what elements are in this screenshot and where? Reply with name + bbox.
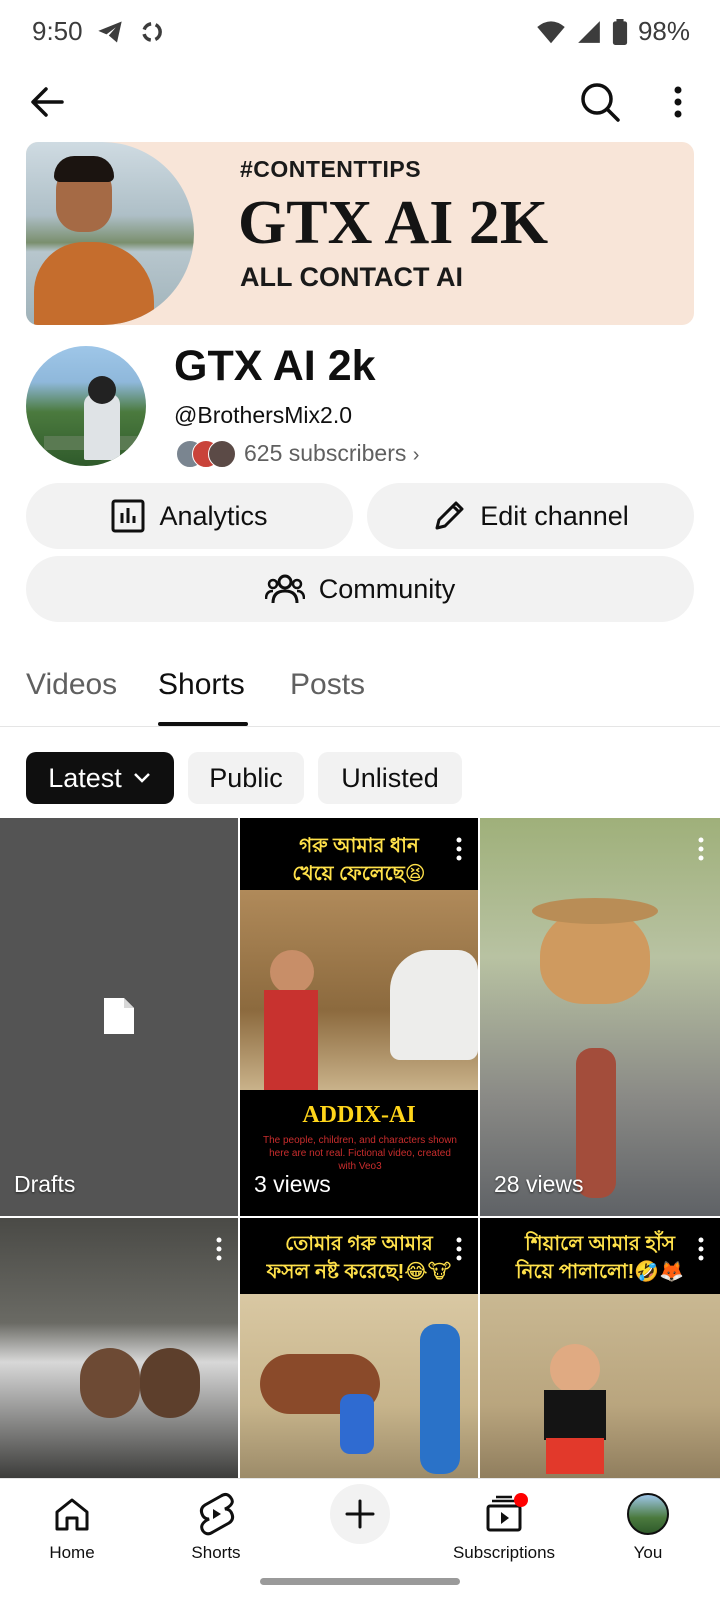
- notification-dot: [514, 1493, 528, 1507]
- nav-you-label: You: [633, 1543, 663, 1562]
- nav-subscriptions[interactable]: Subscriptions: [434, 1489, 574, 1563]
- short-caption: তোমার গরু আমার ফসল নষ্ট করেছে!😂🐮: [266, 1233, 452, 1283]
- short-thumbnail[interactable]: তোমার গরু আমার ফসল নষ্ট করেছে!😂🐮: [240, 1218, 478, 1480]
- subscriber-count[interactable]: 625 subscribers ›: [244, 440, 419, 467]
- create-button-circle: [330, 1484, 390, 1544]
- banner-title: GTX AI 2K: [238, 189, 549, 257]
- status-time: 9:50: [32, 16, 83, 46]
- channel-avatar[interactable]: [26, 346, 146, 466]
- community-label: Community: [318, 573, 456, 604]
- short-views: 3 views: [254, 1171, 331, 1197]
- more-vertical-icon[interactable]: [214, 1236, 224, 1262]
- nav-home[interactable]: Home: [2, 1489, 142, 1563]
- signal-icon: [578, 20, 600, 43]
- more-vertical-icon[interactable]: [696, 1236, 706, 1262]
- nav-home-label: Home: [49, 1543, 95, 1562]
- shorts-icon: [199, 1492, 235, 1536]
- subscriber-count-text: 625 subscribers: [244, 440, 407, 466]
- more-vertical-icon[interactable]: [454, 1236, 464, 1262]
- recycle-icon: [142, 22, 162, 42]
- subscriber-avatars[interactable]: [176, 440, 236, 468]
- filter-unlisted-chip[interactable]: Unlisted: [318, 752, 462, 804]
- edit-channel-button[interactable]: Edit channel: [367, 483, 694, 549]
- more-options-button[interactable]: [658, 78, 698, 126]
- short-brand: ADDIX-AI: [302, 1102, 416, 1128]
- back-button[interactable]: [24, 78, 72, 126]
- tab-shorts[interactable]: Shorts: [158, 668, 245, 702]
- wifi-icon: [537, 20, 565, 43]
- analytics-button[interactable]: Analytics: [26, 483, 353, 549]
- plus-icon: [345, 1499, 375, 1529]
- analytics-label: Analytics: [159, 500, 268, 531]
- tab-posts[interactable]: Posts: [290, 668, 365, 702]
- channel-banner: #CONTENTTIPS GTX AI 2K ALL CONTACT AI: [26, 142, 694, 325]
- banner-subtitle: ALL CONTACT AI: [240, 262, 463, 292]
- analytics-icon: [111, 499, 145, 533]
- short-thumbnail[interactable]: 28 views: [480, 818, 720, 1216]
- nav-create[interactable]: [290, 1484, 430, 1544]
- nav-you[interactable]: You: [578, 1489, 718, 1563]
- status-right: 98%: [536, 16, 690, 47]
- more-vertical-icon[interactable]: [454, 836, 464, 862]
- sort-latest-chip[interactable]: Latest: [26, 752, 174, 804]
- drafts-label: Drafts: [14, 1171, 76, 1197]
- channel-name: GTX AI 2k: [174, 342, 376, 390]
- short-image: [480, 1294, 720, 1480]
- short-image: [240, 1294, 478, 1480]
- more-vertical-icon: [674, 86, 682, 118]
- more-vertical-icon[interactable]: [696, 836, 706, 862]
- you-avatar: [627, 1493, 669, 1535]
- battery-percent: 98%: [637, 16, 690, 46]
- home-icon: [55, 1498, 89, 1531]
- short-image: [240, 890, 478, 1090]
- document-icon: [104, 998, 134, 1034]
- search-icon: [581, 83, 620, 122]
- edit-channel-label: Edit channel: [480, 500, 629, 531]
- short-thumbnail[interactable]: [0, 1218, 238, 1480]
- short-views: 28 views: [494, 1171, 584, 1197]
- short-caption: গরু আমার ধান খেয়ে ফেলেছে😫: [292, 835, 426, 885]
- nav-shorts[interactable]: Shorts: [146, 1489, 286, 1563]
- sort-latest-label: Latest: [48, 762, 122, 793]
- people-icon: [264, 574, 305, 604]
- filter-public-chip[interactable]: Public: [188, 752, 304, 804]
- channel-handle: @BrothersMix2.0: [174, 402, 353, 428]
- short-thumbnail[interactable]: গরু আমার ধান খেয়ে ফেলেছে😫 ADDIX-AI The …: [240, 818, 478, 1216]
- tab-videos[interactable]: Videos: [26, 668, 117, 702]
- telegram-icon: [98, 21, 122, 43]
- short-thumbnail[interactable]: শিয়ালে আমার হাঁস নিয়ে পালালো!🤣🦊: [480, 1218, 720, 1480]
- status-notification-icons: [96, 18, 166, 46]
- pencil-icon: [435, 501, 464, 530]
- channel-tabs: Videos Shorts Posts: [0, 660, 720, 727]
- community-button[interactable]: Community: [26, 556, 694, 622]
- nav-shorts-label: Shorts: [191, 1543, 241, 1562]
- short-caption: শিয়ালে আমার হাঁস নিয়ে পালালো!🤣🦊: [515, 1233, 685, 1283]
- status-bar: 9:50 98%: [0, 0, 720, 64]
- home-indicator: [260, 1578, 460, 1585]
- search-button[interactable]: [576, 78, 624, 126]
- drafts-tile[interactable]: Drafts: [0, 818, 238, 1216]
- arrow-left-icon: [31, 87, 64, 117]
- chevron-right-icon: ›: [412, 444, 420, 466]
- short-image: [80, 1348, 140, 1418]
- battery-icon: [612, 18, 628, 45]
- chevron-down-icon: [133, 773, 150, 783]
- banner-tag: #CONTENTTIPS: [240, 156, 422, 182]
- nav-subscriptions-label: Subscriptions: [452, 1543, 556, 1562]
- short-disclaimer: The people, children, and characters sho…: [262, 1135, 457, 1172]
- banner-photo: [26, 142, 194, 325]
- active-tab-indicator: [158, 722, 248, 726]
